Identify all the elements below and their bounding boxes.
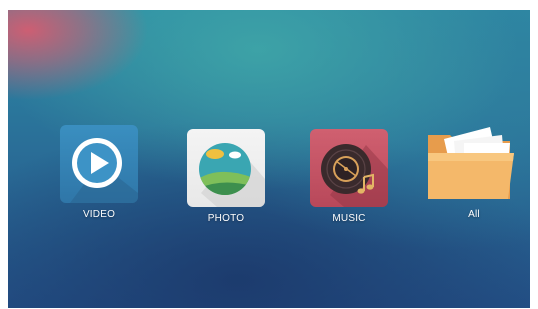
video-label: VIDEO [82,209,116,220]
photo-label: PHOTO [207,213,245,224]
video-tile[interactable] [60,125,138,203]
folder-icon [428,127,514,199]
play-icon [70,138,138,203]
music-tile[interactable] [310,129,388,207]
all-files-label: All [468,209,480,220]
landscape-photo-icon [199,143,265,207]
all-files-tile[interactable] [424,125,520,205]
home-screen: VIDEO PHOTO MUSIC All [8,10,530,308]
photo-tile[interactable] [187,129,265,207]
vinyl-record-icon [321,144,388,207]
music-label: MUSIC [332,213,366,224]
